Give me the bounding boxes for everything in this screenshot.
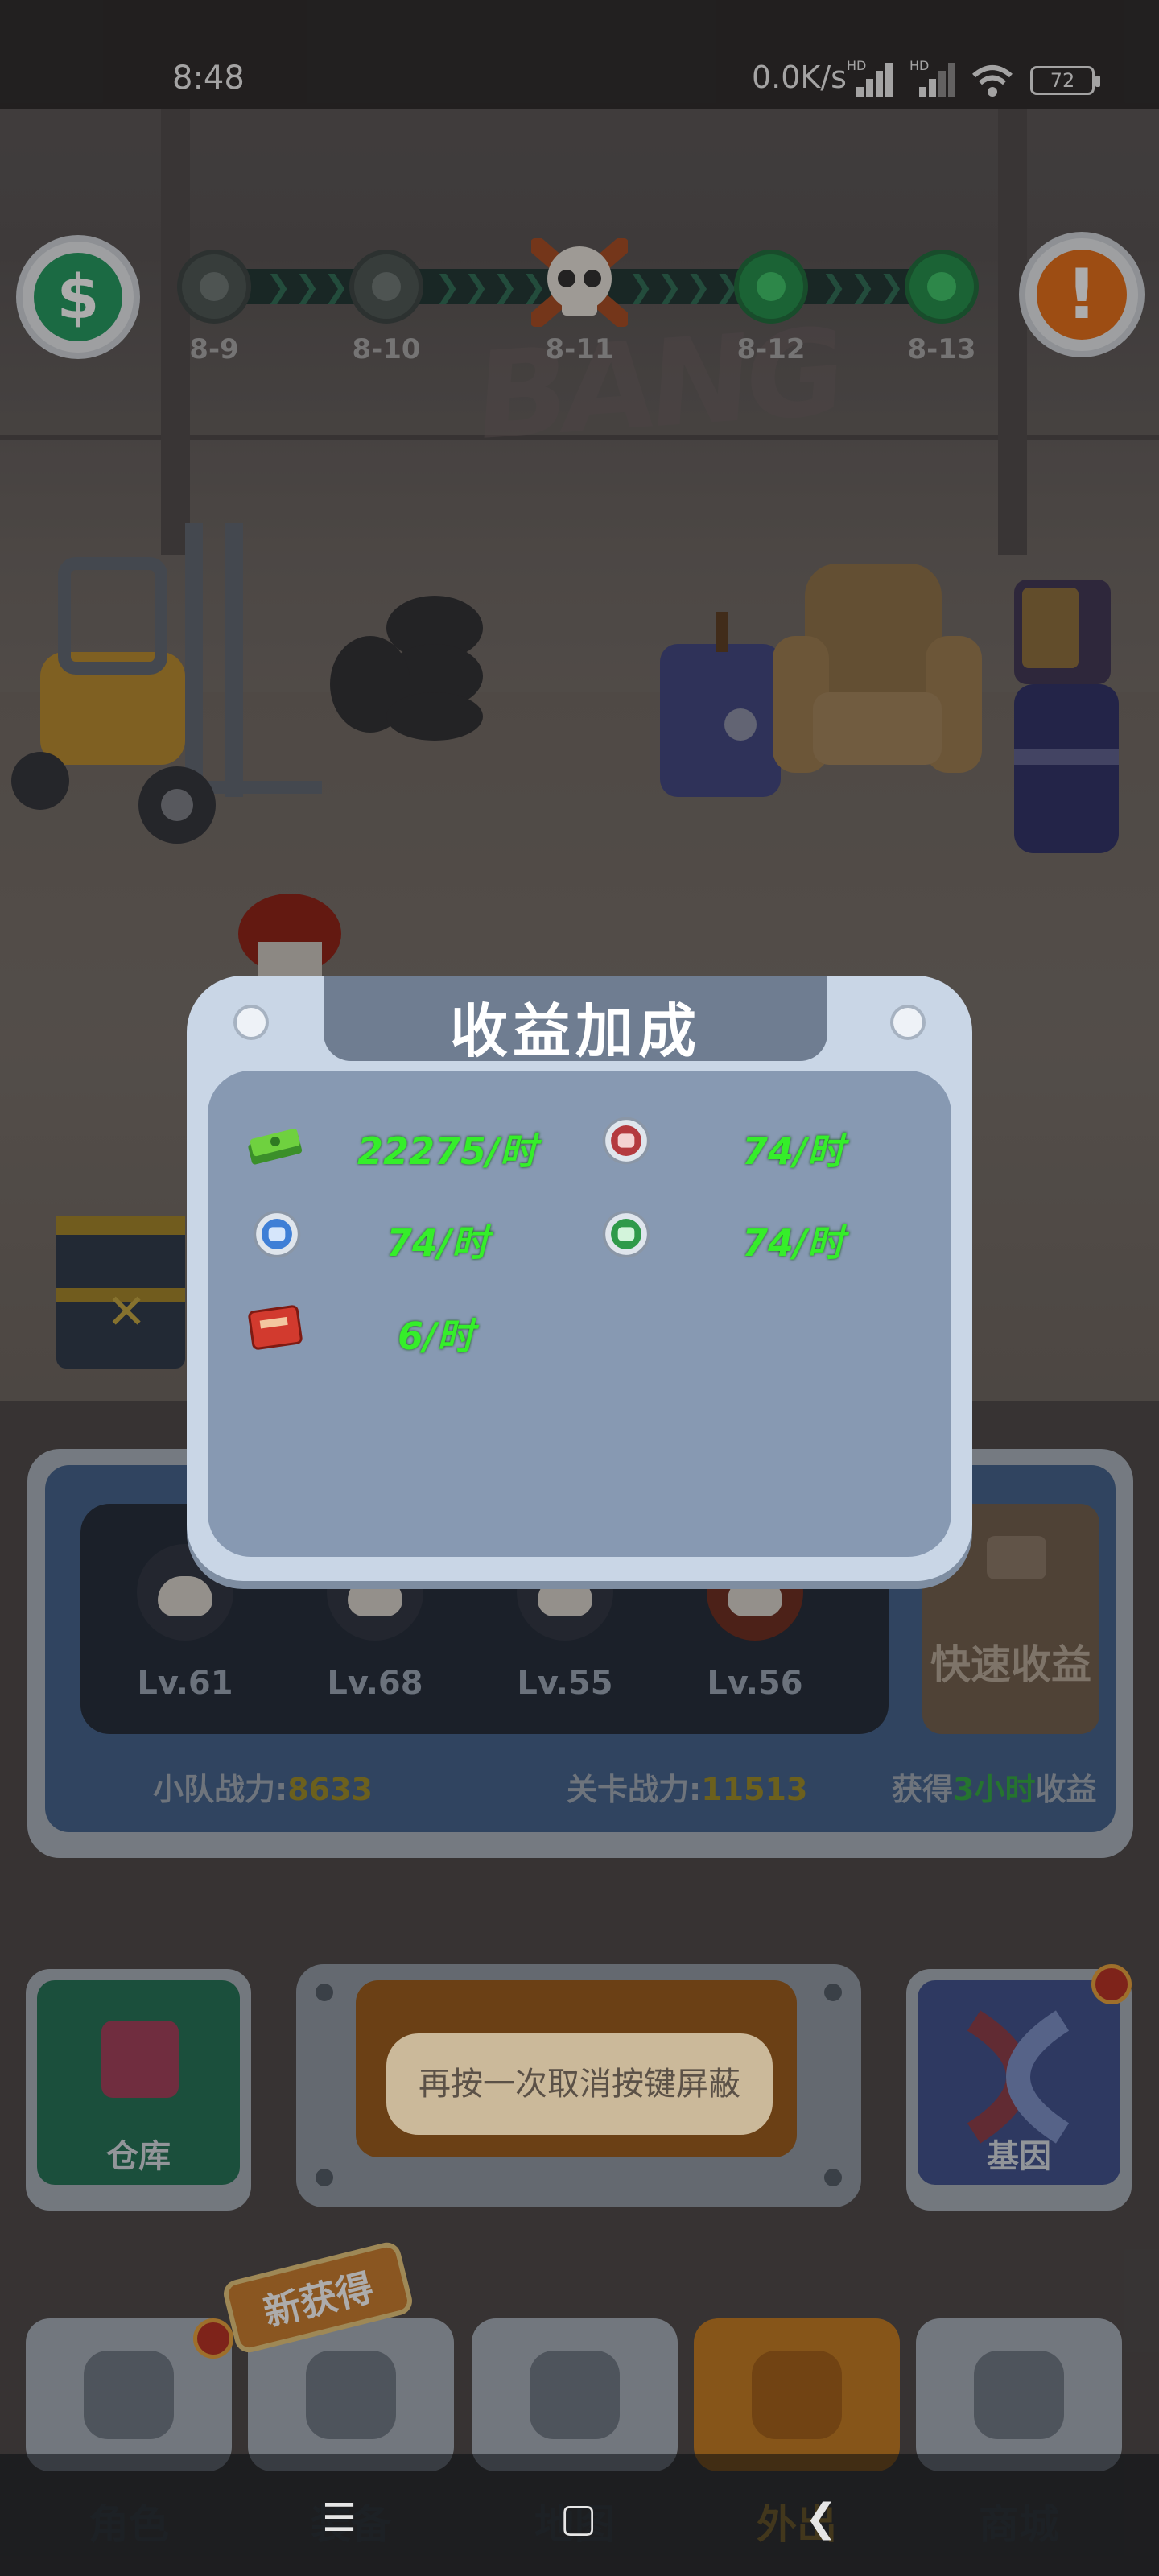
dialog-title: 收益加成: [449, 997, 701, 1065]
green-token-income-value: 74/时: [742, 1221, 844, 1265]
red-token-income-value: 74/时: [742, 1129, 844, 1173]
cash-stack-icon: [248, 1128, 303, 1165]
blue-token-income-value: 74/时: [386, 1221, 489, 1265]
ticket-income-value: 6/时: [398, 1315, 474, 1358]
menu-icon[interactable]: ☰: [322, 2496, 357, 2541]
blue-fist-token-icon: [253, 1210, 301, 1258]
rivet: [233, 1005, 269, 1040]
green-fist-token-icon: [602, 1210, 650, 1258]
back-chevron-icon[interactable]: ❮: [805, 2496, 837, 2541]
toast-message: 再按一次取消按键屏蔽: [386, 2033, 773, 2135]
dialog-body: 22275/时 74/时 74/时 74/时 6/时: [208, 1071, 951, 1557]
home-square-icon[interactable]: ▢: [560, 2496, 596, 2541]
rivet: [890, 1005, 926, 1040]
red-ticket-icon: [248, 1305, 303, 1350]
income-bonus-dialog: 收益加成 22275/时 74/时 74/时 74/时 6/时: [187, 976, 972, 1581]
red-fist-token-icon: [602, 1117, 650, 1165]
cash-income-value: 22275/时: [357, 1129, 537, 1173]
